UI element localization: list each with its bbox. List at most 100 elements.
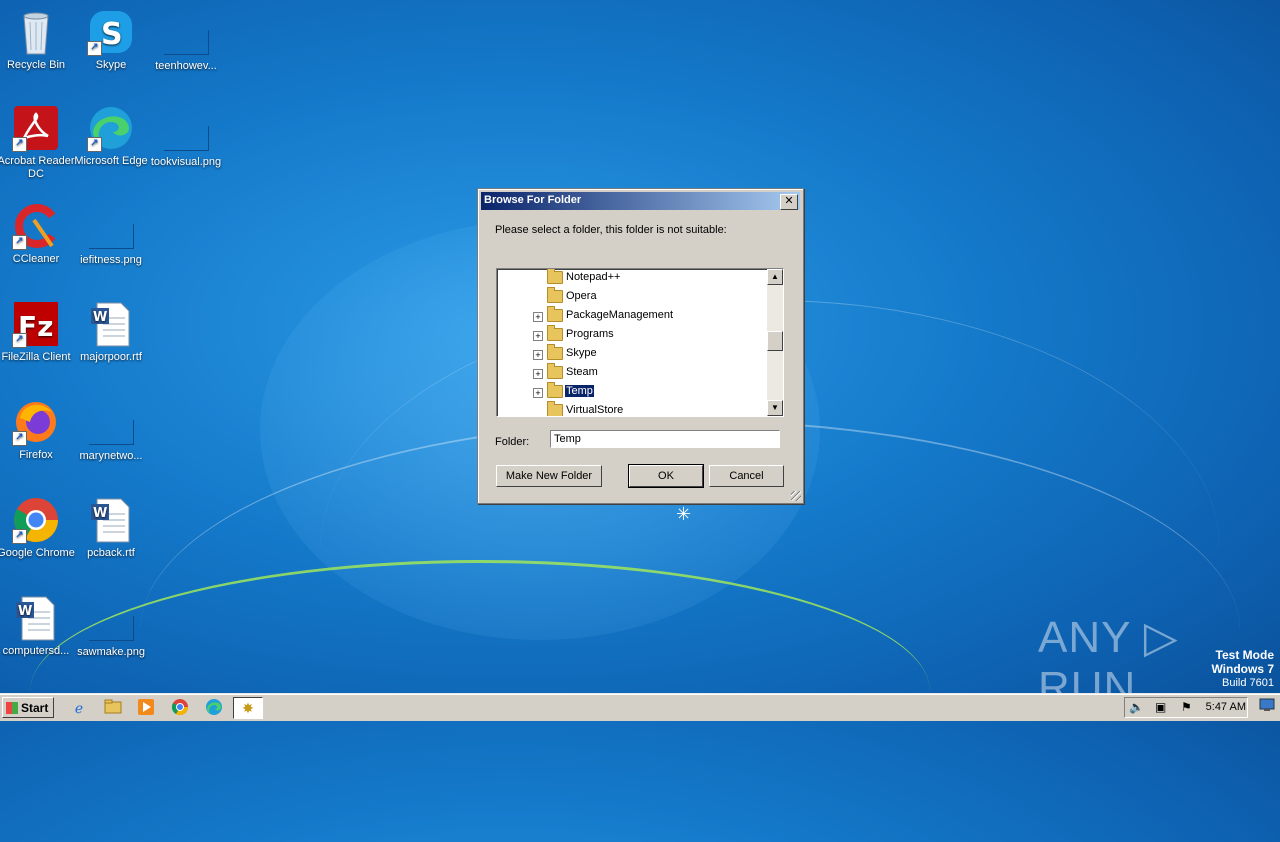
tree-item-label: Steam	[566, 366, 598, 378]
folder-icon	[547, 287, 563, 303]
internet-explorer-icon[interactable]: ℯ	[69, 698, 89, 718]
expand-icon[interactable]: +	[533, 350, 543, 360]
dialog-titlebar[interactable]: Browse For Folder ✕	[481, 192, 800, 210]
expand-icon[interactable]: +	[533, 388, 543, 398]
desktop-icon-pcback[interactable]: W pcback.rtf	[71, 496, 151, 560]
shortcut-arrow-icon: ↗	[12, 333, 27, 348]
desktop-icon-skype[interactable]: S ↗ Skype	[71, 8, 151, 72]
browse-for-folder-dialog: Browse For Folder ✕ Please select a fold…	[477, 188, 804, 504]
expand-icon[interactable]: +	[533, 331, 543, 341]
desktop-icon-label: Firefox	[19, 449, 53, 461]
tree-item-programs[interactable]: + Programs	[497, 325, 767, 345]
filezilla-icon: Fz ↗	[12, 300, 60, 348]
shortcut-arrow-icon: ↗	[12, 137, 27, 152]
windows-logo-icon	[6, 702, 18, 714]
desktop-icon-firefox[interactable]: ↗ Firefox	[0, 398, 76, 462]
firefox-icon: ↗	[12, 398, 60, 446]
desktop-icon-tookvisual[interactable]: tookvisual.png	[146, 104, 226, 169]
tree-item-label: Temp	[565, 385, 594, 397]
chrome-icon: ↗	[12, 496, 60, 544]
desktop-icon-teenhowev[interactable]: teenhowev...	[146, 8, 226, 73]
edge-icon: ↗	[87, 104, 135, 152]
expand-icon[interactable]: +	[533, 312, 543, 322]
folder-icon	[547, 344, 563, 360]
svg-text:W: W	[93, 310, 107, 325]
tree-scrollbar[interactable]: ▲ ▼	[767, 269, 783, 416]
busy-cursor-icon: ✳	[676, 504, 692, 524]
desktop-icon-recycle-bin[interactable]: Recycle Bin	[0, 8, 76, 72]
tree-item-opera[interactable]: Opera	[497, 287, 767, 307]
tree-item-skype[interactable]: + Skype	[497, 344, 767, 364]
start-button[interactable]: Start	[2, 697, 54, 718]
desktop-icon-label: iefitness.png	[80, 254, 142, 266]
desktop-icon-acrobat[interactable]: ↗ Acrobat Reader DC	[0, 104, 76, 181]
recycle-bin-icon	[12, 8, 60, 56]
folder-field-label: Folder:	[495, 436, 530, 448]
taskbar: Start ℯ ✸ 🔈 ▣ ⚑ 5:47 AM	[0, 694, 1280, 721]
clock[interactable]: 5:47 AM	[1206, 698, 1246, 716]
test-mode-label: Test Mode	[1215, 648, 1274, 662]
chrome-icon[interactable]	[170, 698, 190, 718]
shortcut-arrow-icon: ↗	[12, 431, 27, 446]
shortcut-arrow-icon: ↗	[87, 41, 102, 56]
desktop-icon-computersd[interactable]: W computersd...	[0, 594, 76, 658]
desktop-icon-label: Google Chrome	[0, 547, 75, 559]
tree-item-packagemanagement[interactable]: + PackageManagement	[497, 306, 767, 326]
desktop-icon-label: computersd...	[2, 645, 70, 657]
desktop-icon-ccleaner[interactable]: ↗ CCleaner	[0, 202, 76, 266]
desktop-icon-label: marynetwo...	[79, 450, 143, 462]
tree-item-label: Programs	[566, 328, 614, 340]
desktop-icon-label: Microsoft Edge	[74, 155, 148, 167]
scroll-up-button[interactable]: ▲	[767, 269, 783, 285]
file-explorer-icon[interactable]	[103, 698, 123, 718]
cancel-button[interactable]: Cancel	[709, 465, 784, 487]
file-icon	[88, 224, 134, 249]
desktop-icon-sawmake[interactable]: sawmake.png	[71, 594, 151, 659]
test-mode-watermark: Test Mode Windows 7 Build 7601	[1211, 648, 1274, 690]
desktop-icon-filezilla[interactable]: Fz ↗ FileZilla Client	[0, 300, 76, 364]
ok-button[interactable]: OK	[628, 464, 704, 488]
desktop-icon-iefitness[interactable]: iefitness.png	[71, 202, 151, 267]
skype-icon: S ↗	[87, 8, 135, 56]
word-doc-icon: W	[87, 300, 135, 348]
resize-grip-icon[interactable]	[791, 491, 801, 501]
build-label: Build 7601	[1222, 677, 1274, 689]
file-icon	[163, 30, 209, 55]
folder-icon	[547, 382, 563, 398]
folder-icon	[547, 401, 563, 416]
file-icon	[163, 126, 209, 151]
scrollbar-thumb[interactable]	[767, 331, 783, 351]
scroll-down-button[interactable]: ▼	[767, 400, 783, 416]
tree-item-label: PackageManagement	[566, 309, 674, 321]
expand-icon[interactable]: +	[533, 369, 543, 379]
os-label: Windows 7	[1211, 662, 1274, 676]
desktop-icon-label: majorpoor.rtf	[80, 351, 142, 363]
desktop-icon-marynetwo[interactable]: marynetwo...	[71, 398, 151, 463]
network-icon[interactable]: ▣	[1155, 700, 1166, 714]
make-new-folder-button[interactable]: Make New Folder	[496, 465, 602, 487]
tree-item-temp[interactable]: + Temp	[497, 382, 767, 402]
show-desktop-icon[interactable]	[1256, 698, 1278, 716]
start-label: Start	[21, 701, 49, 715]
edge-icon[interactable]	[204, 698, 224, 718]
tree-item-notepadpp[interactable]: Notepad++	[497, 269, 767, 288]
active-app-button[interactable]: ✸	[233, 697, 263, 719]
close-button[interactable]: ✕	[780, 194, 798, 210]
desktop-icon-edge[interactable]: ↗ Microsoft Edge	[71, 104, 151, 168]
speaker-icon[interactable]: 🔈	[1129, 700, 1144, 714]
ccleaner-icon: ↗	[12, 202, 60, 250]
desktop-icon-label: pcback.rtf	[87, 547, 135, 559]
desktop-icon-label: FileZilla Client	[1, 351, 71, 363]
folder-input[interactable]: Temp	[550, 430, 780, 448]
folder-icon	[547, 306, 563, 322]
media-player-icon[interactable]	[136, 698, 156, 718]
desktop-icon-chrome[interactable]: ↗ Google Chrome	[0, 496, 76, 560]
desktop-icon-majorpoor[interactable]: W majorpoor.rtf	[71, 300, 151, 364]
action-center-flag-icon[interactable]: ⚑	[1181, 700, 1192, 714]
folder-tree[interactable]: Notepad++ Opera + PackageManagement + Pr…	[496, 268, 784, 417]
tree-item-virtualstore[interactable]: VirtualStore	[497, 401, 767, 416]
tree-item-label: Notepad++	[566, 271, 621, 283]
svg-text:W: W	[93, 506, 107, 521]
tree-item-steam[interactable]: + Steam	[497, 363, 767, 383]
shortcut-arrow-icon: ↗	[12, 529, 27, 544]
